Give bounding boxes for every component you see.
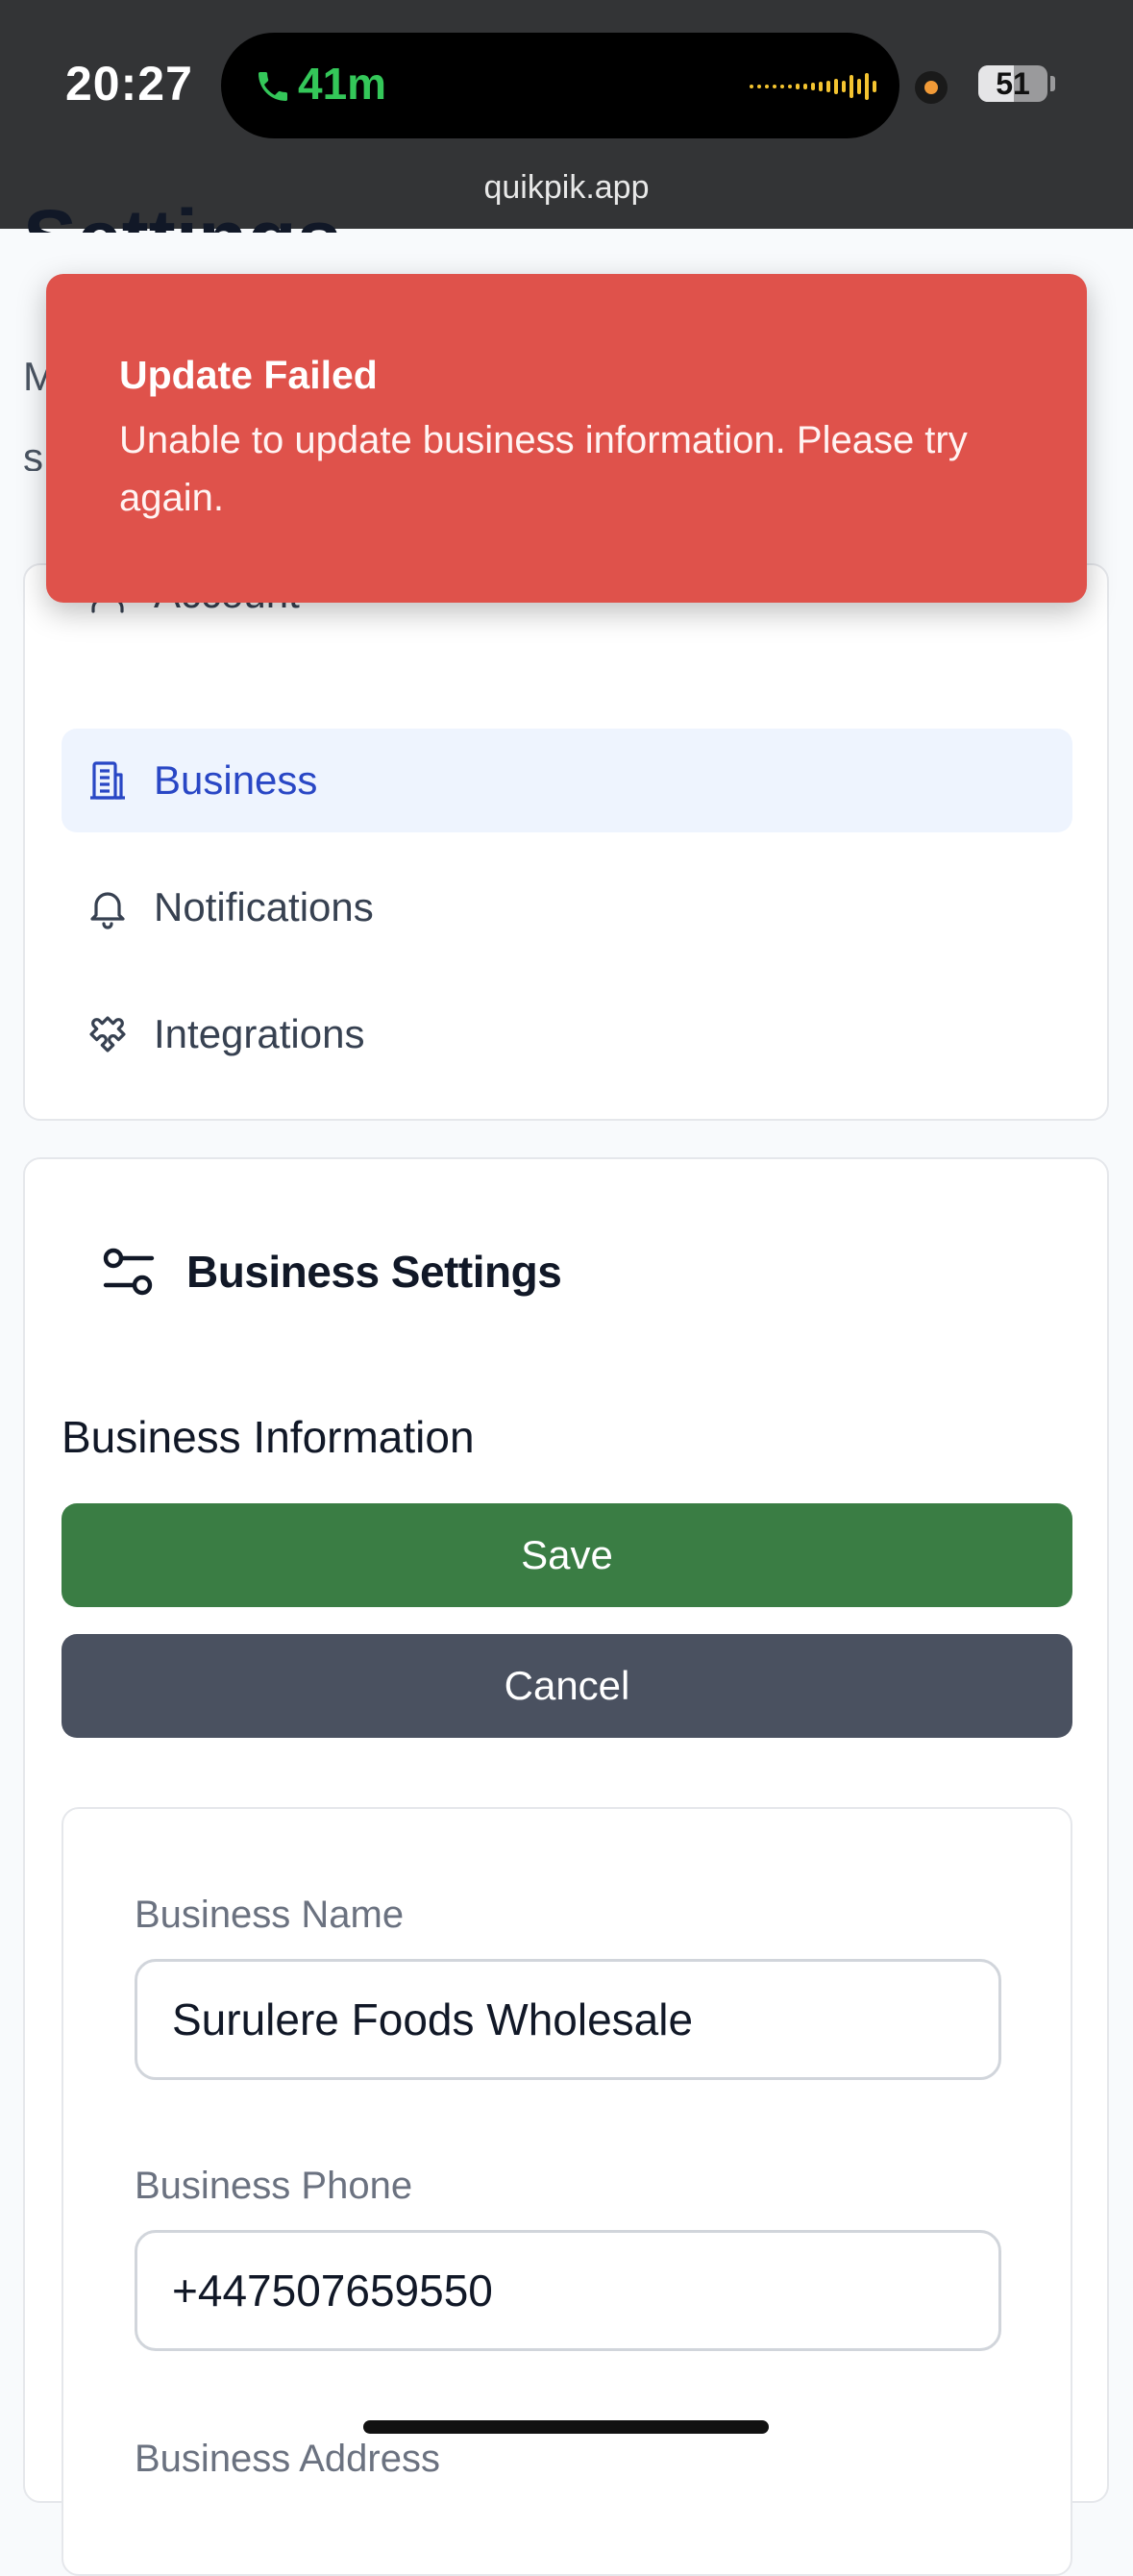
url-bar[interactable]: quikpik.app xyxy=(0,169,1133,207)
nav-item-business[interactable]: Business xyxy=(62,729,1072,832)
nav-item-label: Business xyxy=(154,757,318,803)
battery-icon: 51 xyxy=(978,65,1047,102)
puzzle-icon xyxy=(89,1016,126,1053)
building-icon xyxy=(90,761,125,800)
battery-level: 51 xyxy=(996,66,1030,101)
save-button[interactable]: Save xyxy=(62,1503,1072,1607)
business-phone-input[interactable] xyxy=(135,2230,1001,2351)
nav-item-label: Notifications xyxy=(154,884,374,929)
business-info-form: Business Name Business Phone Business Ad… xyxy=(62,1807,1072,2576)
phone-icon xyxy=(259,72,287,101)
dynamic-island[interactable]: 41m xyxy=(221,33,899,138)
clock: 20:27 xyxy=(65,57,193,111)
section-title: Business Information xyxy=(62,1412,475,1462)
cancel-button[interactable]: Cancel xyxy=(62,1634,1072,1738)
nav-item-label: Integrations xyxy=(154,1011,365,1056)
battery-cap xyxy=(1050,76,1055,91)
toast-title: Update Failed xyxy=(119,353,378,397)
nav-item-notifications[interactable]: Notifications xyxy=(62,855,1072,959)
status-bar: 20:27 41m 51 quikpik.app xyxy=(0,0,1133,229)
business-name-input[interactable] xyxy=(135,1959,1001,2080)
camera-indicator-icon xyxy=(915,71,948,104)
business-name-label: Business Name xyxy=(135,1894,405,1936)
card-title: Business Settings xyxy=(186,1247,562,1297)
page-title: Settings xyxy=(23,204,341,233)
nav-item-integrations[interactable]: Integrations xyxy=(62,982,1072,1086)
business-address-label: Business Address xyxy=(135,2438,440,2480)
call-duration: 41m xyxy=(298,59,387,109)
business-settings-card: Business Settings Business Information S… xyxy=(23,1157,1109,2576)
sliders-icon xyxy=(103,1248,155,1296)
home-indicator[interactable] xyxy=(363,2420,769,2434)
card-header: Business Settings xyxy=(102,1246,562,1298)
business-phone-label: Business Phone xyxy=(135,2165,413,2207)
audio-waveform-icon xyxy=(750,73,876,100)
settings-nav: Account Business Notifications Integrati… xyxy=(23,563,1109,1121)
bell-icon xyxy=(90,892,125,929)
toast-message: Unable to update business information. P… xyxy=(119,419,968,519)
error-toast[interactable]: Update Failed Unable to update business … xyxy=(46,274,1087,603)
